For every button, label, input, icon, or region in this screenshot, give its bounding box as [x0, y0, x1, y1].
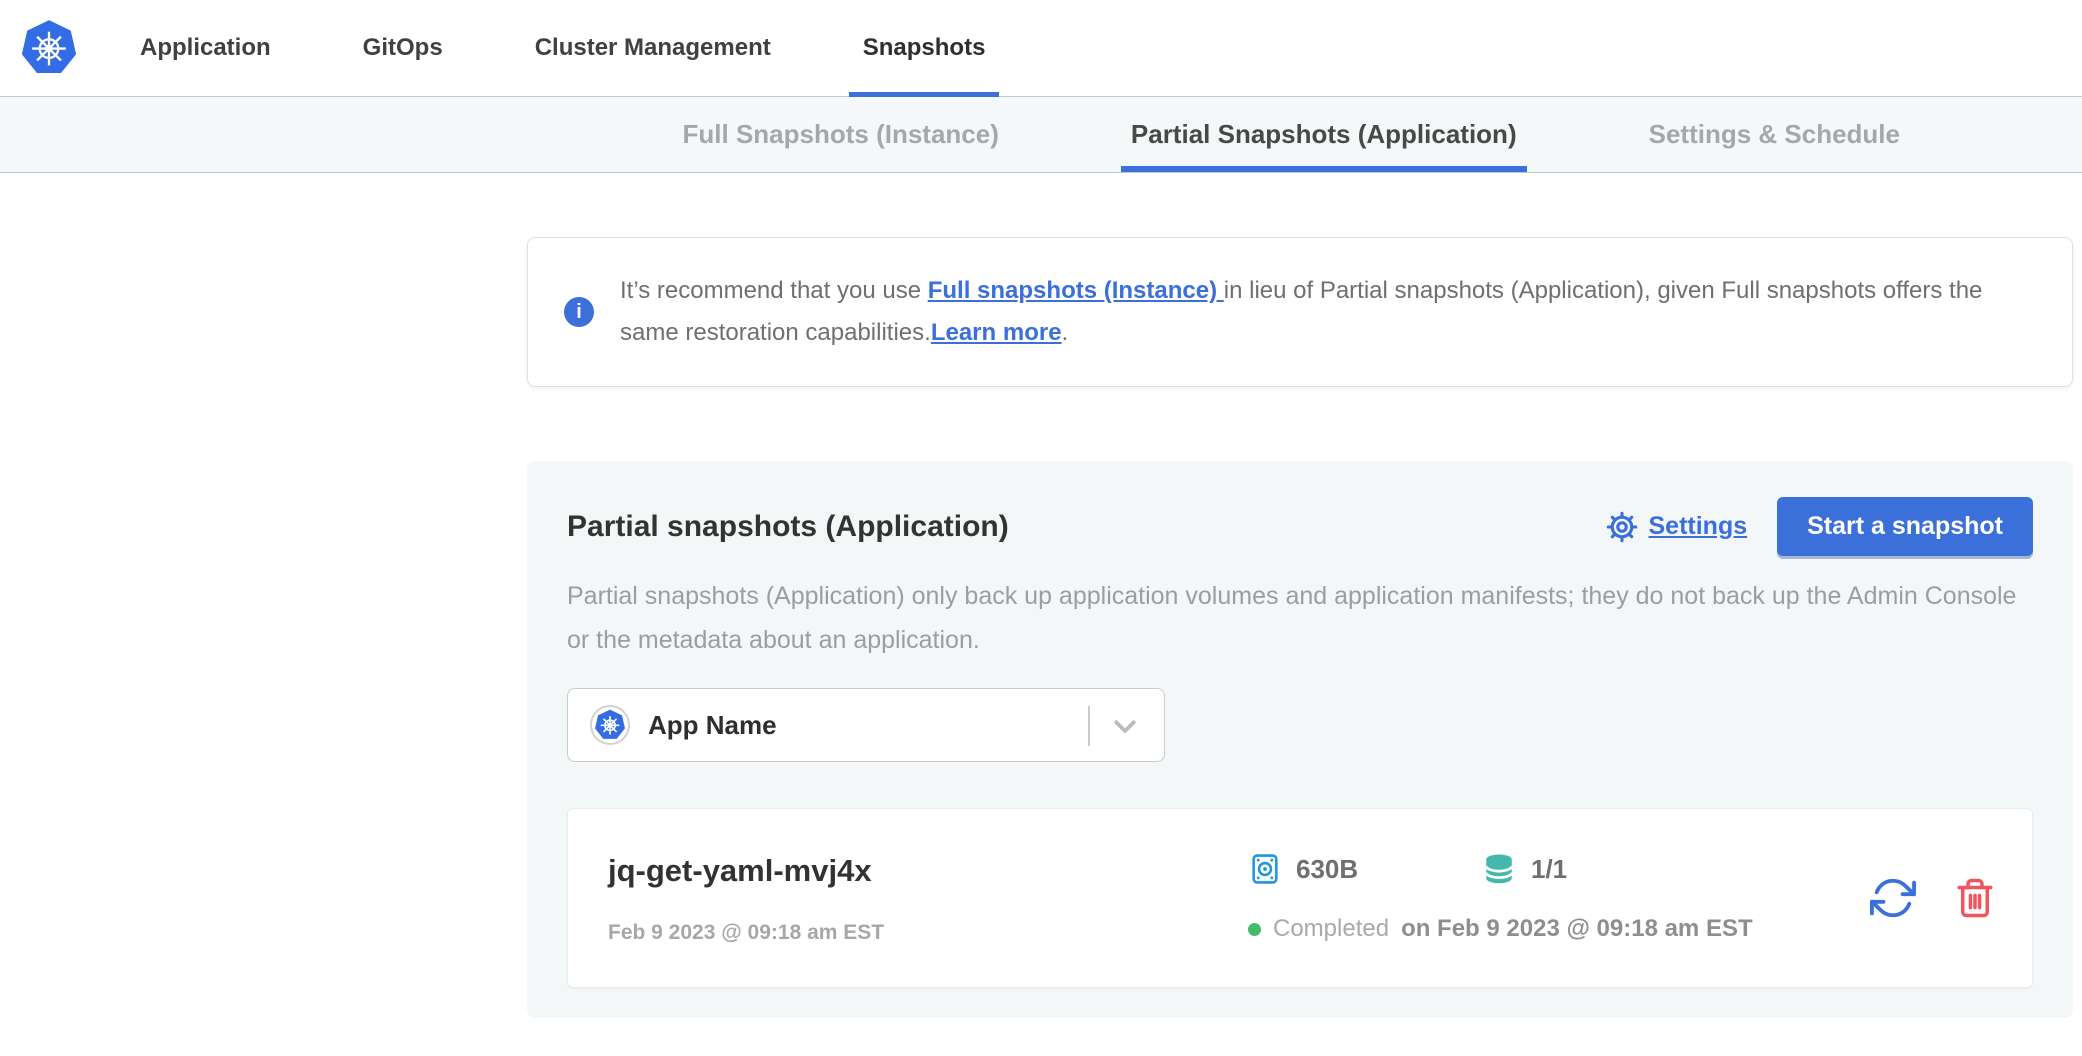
snapshot-identity: jq-get-yaml-mvj4x Feb 9 2023 @ 09:18 am … [608, 851, 1248, 945]
tab-full-snapshots[interactable]: Full Snapshots (Instance) [673, 97, 1009, 172]
kubernetes-app-icon [590, 705, 630, 745]
snapshot-details: 630B 1/1 [1248, 851, 1850, 943]
banner-text-end: . [1062, 319, 1069, 346]
banner-text-start: It’s recommend that you use [620, 277, 928, 304]
full-snapshots-link[interactable]: Full snapshots (Instance) [928, 277, 1224, 304]
panel-header-actions: Settings Start a snapshot [1605, 497, 2034, 556]
nav-item-application[interactable]: Application [126, 0, 285, 96]
delete-snapshot-button[interactable] [1954, 877, 1996, 919]
top-nav-items: Application GitOps Cluster Management Sn… [126, 0, 999, 96]
panel-header: Partial snapshots (Application) [567, 497, 2033, 556]
partial-snapshots-panel: Partial snapshots (Application) [527, 461, 2073, 1018]
gear-icon [1605, 510, 1639, 544]
snapshot-name: jq-get-yaml-mvj4x [608, 851, 1248, 891]
status-completed-timestamp: on Feb 9 2023 @ 09:18 am EST [1401, 915, 1753, 943]
disk-icon [1248, 852, 1282, 886]
snapshot-row: jq-get-yaml-mvj4x Feb 9 2023 @ 09:18 am … [567, 808, 2033, 988]
panel-description: Partial snapshots (Application) only bac… [567, 574, 2033, 662]
tab-settings-schedule[interactable]: Settings & Schedule [1639, 97, 1910, 172]
snapshot-size: 630B [1248, 852, 1481, 886]
nav-item-gitops[interactable]: GitOps [349, 0, 457, 96]
status-dot-icon [1248, 923, 1261, 936]
learn-more-link[interactable]: Learn more [931, 319, 1062, 346]
status-label: Completed [1273, 915, 1389, 943]
snapshot-volumes: 1/1 [1481, 851, 1567, 887]
app-name-select[interactable]: App Name [567, 688, 1165, 762]
top-nav-bar: Application GitOps Cluster Management Sn… [0, 0, 2082, 97]
restore-icon [1870, 875, 1916, 921]
database-icon [1481, 851, 1517, 887]
snapshot-size-value: 630B [1296, 854, 1358, 885]
snapshot-status: Completed on Feb 9 2023 @ 09:18 am EST [1248, 915, 1850, 943]
snapshot-volumes-value: 1/1 [1531, 854, 1567, 885]
nav-item-cluster-management[interactable]: Cluster Management [521, 0, 785, 96]
info-banner: i It’s recommend that you use Full snaps… [527, 237, 2073, 387]
chevron-down-icon [1110, 711, 1140, 746]
snapshot-actions [1870, 875, 1996, 921]
kubernetes-logo-icon[interactable] [20, 19, 78, 77]
tab-partial-snapshots[interactable]: Partial Snapshots (Application) [1121, 97, 1527, 172]
page-title: Partial snapshots (Application) [567, 510, 1009, 544]
app-select-value: App Name [648, 710, 777, 741]
select-divider [1088, 706, 1090, 746]
snapshots-sub-nav: Full Snapshots (Instance) Partial Snapsh… [0, 97, 2082, 173]
settings-link-label: Settings [1649, 512, 1748, 541]
main-content: i It’s recommend that you use Full snaps… [527, 237, 2073, 1018]
banner-text: It’s recommend that you use Full snapsho… [620, 270, 2020, 354]
start-snapshot-button[interactable]: Start a snapshot [1777, 497, 2033, 556]
snapshot-started-timestamp: Feb 9 2023 @ 09:18 am EST [608, 921, 1248, 945]
trash-icon [1954, 877, 1996, 919]
restore-snapshot-button[interactable] [1870, 875, 1916, 921]
snapshot-metrics: 630B 1/1 [1248, 851, 1850, 887]
info-icon: i [564, 297, 594, 327]
nav-item-snapshots[interactable]: Snapshots [849, 0, 1000, 96]
settings-link[interactable]: Settings [1605, 510, 1748, 544]
